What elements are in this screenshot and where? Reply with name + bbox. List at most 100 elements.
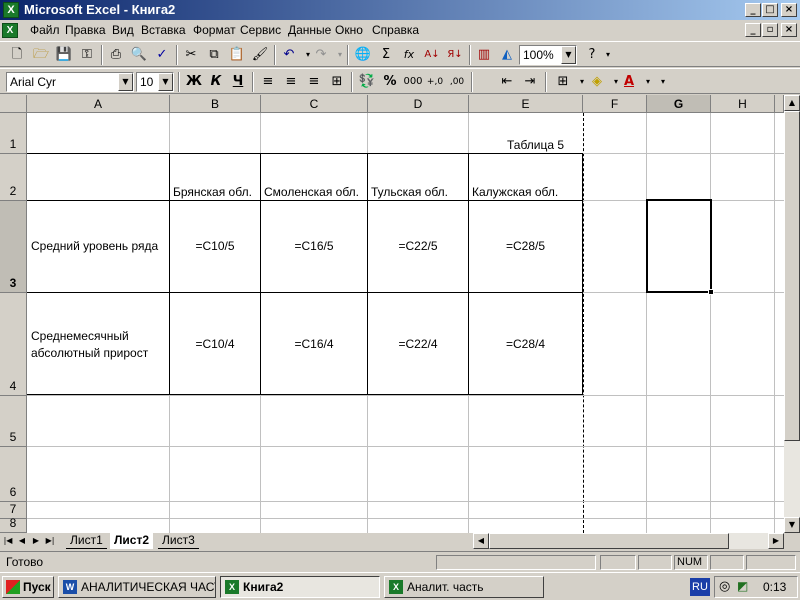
cell-b3[interactable]: =C10/5	[170, 239, 260, 253]
print-preview-icon[interactable]: 🔍	[128, 44, 150, 66]
autosum-icon[interactable]: Σ	[375, 44, 397, 66]
hyperlink-icon[interactable]: 🌐	[352, 44, 374, 66]
excel-app-icon[interactable]: X	[3, 2, 19, 18]
menu-tools[interactable]: Сервис	[240, 23, 281, 37]
column-header-d[interactable]: D	[368, 95, 469, 113]
align-right-icon[interactable]: ≡	[303, 71, 325, 93]
comma-style-button[interactable]: 000	[402, 71, 424, 93]
paste-icon[interactable]: 📋	[226, 44, 248, 66]
new-icon[interactable]: 🗋	[6, 44, 28, 66]
decrease-decimal-icon[interactable]: ,00	[446, 71, 468, 93]
chevron-down-icon[interactable]: ▼	[561, 46, 576, 64]
clock[interactable]: 0:13	[763, 580, 786, 594]
tray-app-icon[interactable]: ◎	[719, 579, 730, 594]
workbook-icon[interactable]: X	[2, 23, 18, 38]
bold-button[interactable]: Ж	[183, 71, 205, 93]
task-analytic-part-excel[interactable]: X Аналит. часть	[384, 576, 544, 598]
column-header-b[interactable]: B	[170, 95, 261, 113]
active-cell-g3[interactable]	[646, 199, 712, 293]
minimize-button[interactable]: _	[745, 3, 761, 17]
vertical-scrollbar[interactable]: ▲ ▼	[784, 95, 800, 533]
row-header-3[interactable]: 3	[0, 201, 27, 293]
prev-sheet-icon[interactable]: ◀	[16, 534, 28, 548]
insert-function-icon[interactable]: fx	[398, 44, 420, 66]
horizontal-scroll-thumb[interactable]	[489, 533, 729, 549]
sheet-tab-1[interactable]: Лист1	[66, 533, 107, 549]
underline-button[interactable]: Ч	[227, 71, 249, 93]
zoom-select[interactable]: 100% ▼	[519, 45, 577, 65]
language-indicator[interactable]: RU	[690, 578, 710, 596]
drawing-icon[interactable]: ◭	[496, 44, 518, 66]
increase-decimal-icon[interactable]: +,0	[424, 71, 446, 93]
percent-style-button[interactable]: %	[379, 71, 401, 93]
sort-ascending-icon[interactable]: А↓	[421, 44, 443, 66]
align-left-icon[interactable]: ≡	[257, 71, 279, 93]
doc-minimize-button[interactable]: _	[745, 23, 761, 37]
start-button[interactable]: Пуск	[2, 576, 54, 598]
font-size-select[interactable]: 10 ▼	[136, 72, 174, 92]
cut-icon[interactable]: ✂	[180, 44, 202, 66]
cell-d4[interactable]: =C22/4	[368, 337, 468, 351]
doc-close-button[interactable]: ×	[781, 23, 797, 37]
print-icon[interactable]: ⎙	[105, 44, 127, 66]
permission-icon[interactable]: ⚿	[76, 44, 98, 66]
last-sheet-icon[interactable]: ▶|	[44, 534, 56, 548]
doc-restore-button[interactable]: ▫	[762, 23, 778, 37]
cell-c2[interactable]: Смоленская обл.	[264, 185, 359, 199]
sheet-tab-2[interactable]: Лист2	[110, 533, 154, 549]
cell-b2[interactable]: Брянская обл.	[173, 185, 252, 199]
task-analytic-part-word[interactable]: W АНАЛИТИЧЕСКАЯ ЧАСТ...	[58, 576, 216, 598]
cell-e4[interactable]: =C28/4	[469, 337, 582, 351]
row-header-8[interactable]: 8	[0, 516, 27, 533]
column-header-f[interactable]: F	[583, 95, 647, 113]
cell-e1[interactable]: Таблица 5	[507, 138, 564, 152]
menu-window[interactable]: Окно	[335, 23, 363, 37]
cell-c3[interactable]: =C16/5	[261, 239, 367, 253]
merge-center-icon[interactable]: ⊞	[326, 71, 348, 93]
menu-data[interactable]: Данные	[288, 23, 331, 37]
font-name-select[interactable]: Arial Cyr ▼	[6, 72, 134, 92]
cell-d2[interactable]: Тульская обл.	[371, 185, 448, 199]
chevron-down-icon[interactable]: ▼	[158, 73, 173, 91]
row-header-1[interactable]: 1	[0, 113, 27, 154]
currency-icon[interactable]: 💱	[356, 71, 378, 93]
save-icon[interactable]: 💾	[53, 44, 75, 66]
cell-b4[interactable]: =C10/4	[170, 337, 260, 351]
cell-a4-line1[interactable]: Среднемесячный	[31, 329, 129, 343]
toolbar-options-icon[interactable]: ▾	[652, 71, 674, 93]
scroll-left-icon[interactable]: ◀	[473, 533, 489, 549]
menu-help[interactable]: Справка	[372, 23, 419, 37]
select-all-corner[interactable]	[0, 95, 27, 113]
menu-insert[interactable]: Вставка	[141, 23, 186, 37]
align-center-icon[interactable]: ≡	[280, 71, 302, 93]
italic-button[interactable]: К	[205, 71, 227, 93]
menu-file[interactable]: Файл	[30, 23, 60, 37]
fill-handle[interactable]	[708, 289, 714, 295]
cell-a3[interactable]: Средний уровень ряда	[31, 239, 158, 253]
toolbar-options-icon[interactable]: ▾	[597, 44, 619, 66]
scroll-right-icon[interactable]: ▶	[768, 533, 784, 549]
column-header-g[interactable]: G	[647, 95, 711, 113]
cell-d3[interactable]: =C22/5	[368, 239, 468, 253]
sort-descending-icon[interactable]: Я↓	[444, 44, 466, 66]
spelling-icon[interactable]: ✓	[151, 44, 173, 66]
row-header-5[interactable]: 5	[0, 396, 27, 447]
menu-edit[interactable]: Правка	[65, 23, 106, 37]
format-painter-icon[interactable]: 🖌	[249, 44, 271, 66]
cell-e3[interactable]: =C28/5	[469, 239, 582, 253]
decrease-indent-icon[interactable]: ⇤	[496, 71, 518, 93]
chevron-down-icon[interactable]: ▼	[118, 73, 133, 91]
chart-wizard-icon[interactable]: ▥	[473, 44, 495, 66]
cell-e2[interactable]: Калужская обл.	[472, 185, 558, 199]
row-header-6[interactable]: 6	[0, 447, 27, 502]
column-header-partial[interactable]	[775, 95, 784, 113]
maximize-button[interactable]: □	[762, 3, 778, 17]
tray-network-icon[interactable]: ◩	[737, 579, 748, 593]
row-header-4[interactable]: 4	[0, 293, 27, 396]
spreadsheet-grid[interactable]: A B C D E F G H 1 2 3 4 5 6 7 8 Таблица …	[0, 95, 784, 533]
scroll-down-icon[interactable]: ▼	[784, 517, 800, 533]
close-button[interactable]: ×	[781, 3, 797, 17]
scroll-thumb[interactable]	[784, 111, 800, 441]
cell-c4[interactable]: =C16/4	[261, 337, 367, 351]
row-header-2[interactable]: 2	[0, 154, 27, 201]
